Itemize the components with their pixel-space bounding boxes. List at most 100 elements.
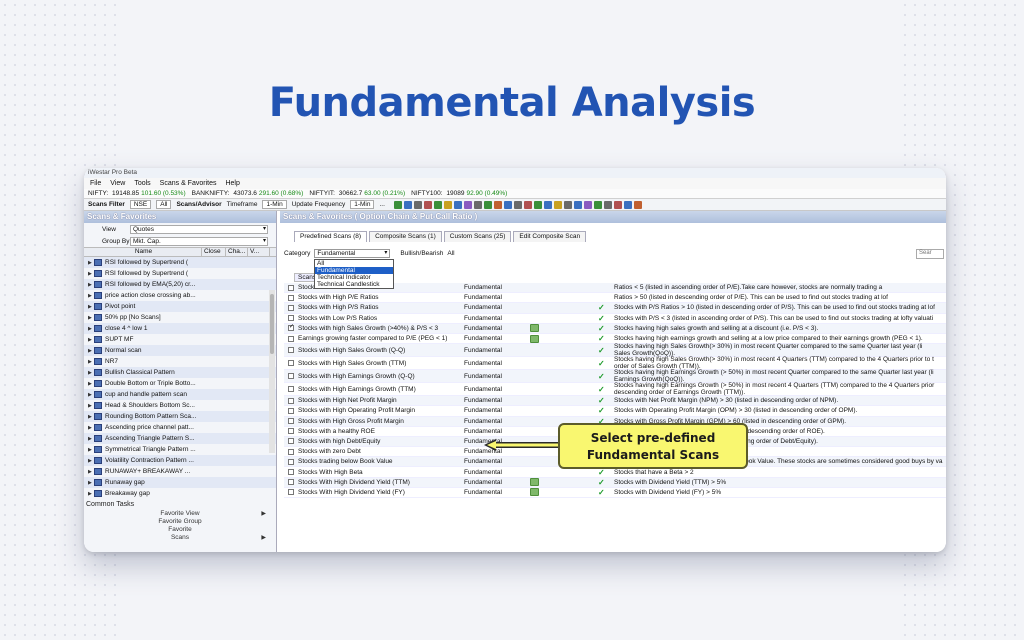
scan-checkbox[interactable]: [288, 386, 294, 393]
left-scrollbar[interactable]: [269, 290, 275, 453]
common-task-item[interactable]: Scans ▶: [84, 534, 276, 542]
scan-list-item[interactable]: ▶ cup and handle pattern scan: [84, 389, 276, 400]
scan-checkbox[interactable]: [288, 373, 294, 380]
toolbar-tool-icon[interactable]: [633, 200, 642, 209]
scan-list-item[interactable]: ▶ Rounding Bottom Pattern Sca...: [84, 411, 276, 422]
common-task-item[interactable]: Favorite: [84, 526, 276, 534]
toolbar-tool-icon[interactable]: [623, 200, 632, 209]
toolbar-tool-icon[interactable]: [593, 200, 602, 209]
scan-list-item[interactable]: ▶ Breakaway gap: [84, 488, 276, 499]
scan-row[interactable]: Stocks with High Net Profit Margin Fundam…: [284, 396, 946, 407]
ticker-item[interactable]: NIFTY100: 19089 92.90 (0.49%): [411, 190, 507, 197]
menu-item[interactable]: Tools: [134, 180, 150, 187]
menu-item[interactable]: File: [90, 180, 101, 187]
toolbar-tool-icon[interactable]: [503, 200, 512, 209]
scan-list-item[interactable]: ▶ Runaway gap: [84, 477, 276, 488]
update-frequency-select[interactable]: 1-Min: [350, 200, 375, 209]
toolbar-tool-icon[interactable]: [463, 200, 472, 209]
scan-list-item[interactable]: ▶ Normal scan: [84, 345, 276, 356]
dropdown-option[interactable]: Technical Indicator: [315, 274, 393, 281]
scan-checkbox[interactable]: [288, 469, 294, 476]
scan-list-item[interactable]: ▶ Head & Shoulders Bottom Sc...: [84, 400, 276, 411]
tab-3[interactable]: Edit Composite Scan: [513, 231, 587, 242]
search-input[interactable]: Sear: [916, 249, 944, 259]
dropdown-option[interactable]: Technical Candlestick: [315, 281, 393, 288]
toolbar-tool-icon[interactable]: [443, 200, 452, 209]
scan-list-item[interactable]: ▶ RSI followed by EMA(5,20) cr...: [84, 279, 276, 290]
scan-checkbox[interactable]: [288, 284, 294, 291]
expand-arrow-icon[interactable]: ▶: [261, 510, 266, 518]
scan-checkbox[interactable]: [288, 418, 294, 425]
toolbar-tool-icon[interactable]: [543, 200, 552, 209]
category-select[interactable]: Fundamental: [314, 249, 391, 258]
menu-item[interactable]: View: [110, 180, 125, 187]
toolbar-tool-icon[interactable]: [453, 200, 462, 209]
scan-checkbox[interactable]: [288, 304, 294, 311]
scan-list-item[interactable]: ▶ NR7: [84, 356, 276, 367]
scan-checkbox[interactable]: [288, 448, 294, 455]
scan-checkbox[interactable]: [288, 479, 294, 486]
segment-select[interactable]: All: [156, 200, 172, 209]
tab-1[interactable]: Composite Scans (1): [369, 231, 442, 242]
scan-list-item[interactable]: ▶ Volatility Contraction Pattern ...: [84, 455, 276, 466]
toolbar-tool-icon[interactable]: [553, 200, 562, 209]
tab-2[interactable]: Custom Scans (25): [443, 231, 512, 242]
toolbar-tool-icon[interactable]: [423, 200, 432, 209]
more-button[interactable]: ...: [379, 201, 384, 208]
group-by-select[interactable]: Mkt. Cap.: [130, 236, 268, 246]
scan-list-item[interactable]: ▶ close 4 ^ low 1: [84, 323, 276, 334]
toolbar-tool-icon[interactable]: [603, 200, 612, 209]
toolbar-tool-icon[interactable]: [583, 200, 592, 209]
toolbar-tool-icon[interactable]: [613, 200, 622, 209]
add-scan-icon[interactable]: [530, 488, 539, 497]
scan-row[interactable]: Stocks With High Dividend Yield (FY) Fund…: [284, 488, 946, 498]
scan-checkbox[interactable]: [288, 458, 294, 465]
scan-checkbox[interactable]: [288, 294, 294, 301]
scan-list-item[interactable]: ▶ Ascending price channel patt...: [84, 422, 276, 433]
scan-checkbox[interactable]: [288, 438, 294, 445]
menu-item[interactable]: Help: [225, 180, 239, 187]
common-task-item[interactable]: Favorite View ▶: [84, 510, 276, 518]
toolbar-tool-icon[interactable]: [513, 200, 522, 209]
col-change[interactable]: Cha...: [226, 248, 248, 256]
ticker-item[interactable]: BANKNIFTY: 43073.6 291.60 (0.68%): [192, 190, 304, 197]
scan-checkbox[interactable]: [288, 407, 294, 414]
scan-row[interactable]: Stocks with Low P/S Ratios Fundamental ✓ St…: [284, 314, 946, 324]
scan-checkbox[interactable]: [288, 397, 294, 404]
toolbar-tool-icon[interactable]: [483, 200, 492, 209]
expand-arrow-icon[interactable]: ▶: [261, 534, 266, 542]
toolbar-tool-icon[interactable]: [393, 200, 402, 209]
toolbar-tool-icon[interactable]: [533, 200, 542, 209]
col-volume[interactable]: V...: [248, 248, 270, 256]
scan-row[interactable]: Stocks With High Dividend Yield (TTM) Fun…: [284, 477, 946, 488]
menu-item[interactable]: Scans & Favorites: [160, 180, 217, 187]
scan-checkbox[interactable]: [288, 360, 294, 367]
add-scan-icon[interactable]: [530, 478, 539, 487]
scan-list-item[interactable]: ▶ RSI followed by Supertrend (: [84, 257, 276, 268]
bullish-bearish-select[interactable]: All: [447, 250, 454, 257]
scan-checkbox[interactable]: [288, 323, 294, 332]
tab-0[interactable]: Predefined Scans (8): [294, 231, 368, 242]
add-scan-icon[interactable]: [530, 334, 539, 343]
scan-checkbox[interactable]: [288, 347, 294, 354]
scan-checkbox[interactable]: [288, 335, 294, 342]
toolbar-tool-icon[interactable]: [563, 200, 572, 209]
toolbar-tool-icon[interactable]: [433, 200, 442, 209]
scan-row[interactable]: Stocks with High Operating Profit Margin…: [284, 406, 946, 417]
scan-list-item[interactable]: ▶ RUNAWAY+ BREAKAWAY ...: [84, 466, 276, 477]
toolbar-tool-icon[interactable]: [493, 200, 502, 209]
scan-row[interactable]: Stocks with High P/S Ratios Fundamental ✓ S…: [284, 303, 946, 314]
scan-list-item[interactable]: ▶ Pivot point: [84, 301, 276, 312]
toolbar-tool-icon[interactable]: [473, 200, 482, 209]
common-task-item[interactable]: Favorite Group: [84, 518, 276, 526]
scan-list-item[interactable]: ▶ RSI followed by Supertrend (: [84, 268, 276, 279]
mode-label[interactable]: Scans/Advisor: [176, 201, 221, 208]
toolbar-tool-icon[interactable]: [403, 200, 412, 209]
ticker-item[interactable]: NIFTY: 19148.85 101.60 (0.53%): [88, 190, 186, 197]
scan-row[interactable]: Stocks with High Earnings Growth (TTM) Fu…: [284, 382, 946, 397]
scan-list-item[interactable]: ▶ Ascending Triangle Pattern S...: [84, 433, 276, 444]
scan-checkbox[interactable]: [288, 428, 294, 435]
scan-list-item[interactable]: ▶ price action close crossing ab...: [84, 290, 276, 301]
scan-list-item[interactable]: ▶ Symmetrical Triangle Pattern ...: [84, 444, 276, 455]
toolbar-tool-icon[interactable]: [573, 200, 582, 209]
